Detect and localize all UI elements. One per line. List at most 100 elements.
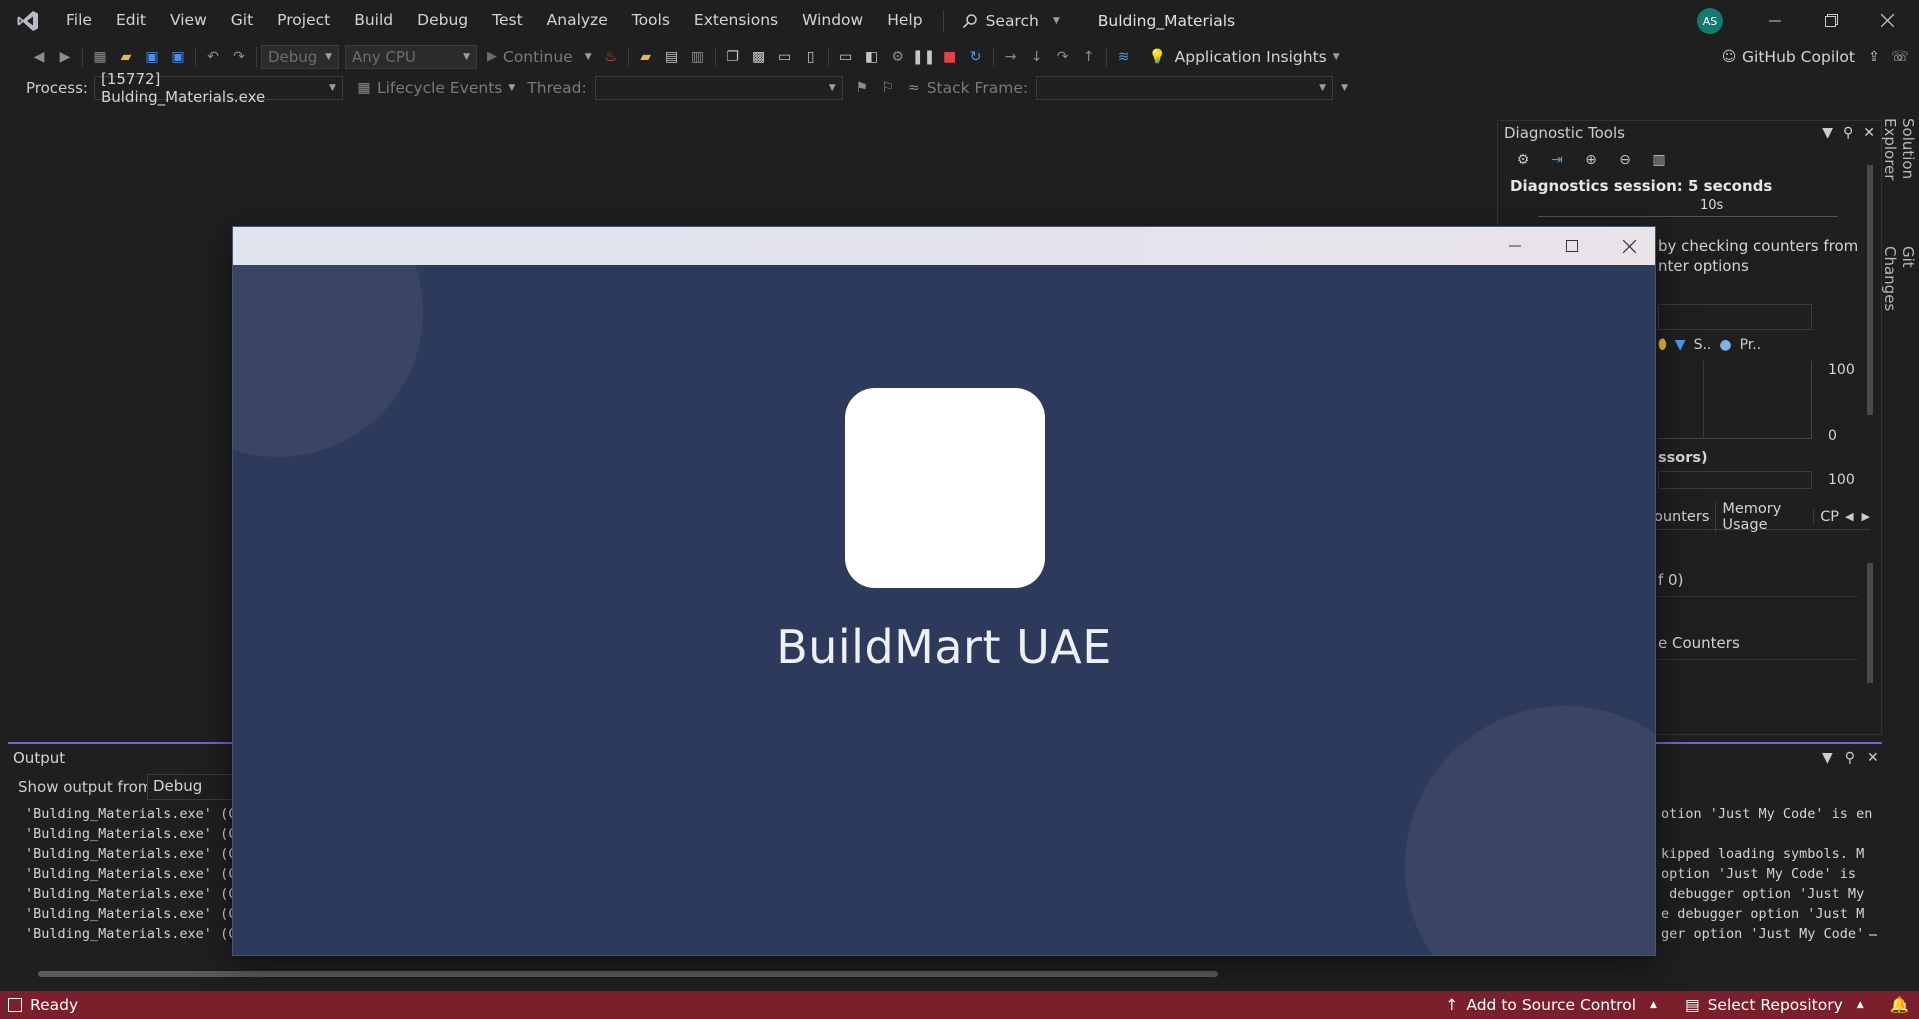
menu-window[interactable]: Window [790, 0, 875, 41]
close-icon[interactable]: ✕ [1863, 125, 1875, 141]
buildmart-app-window: BuildMart UAE [232, 226, 1656, 956]
terminal-icon[interactable]: ▭ [772, 44, 798, 70]
flag-icon[interactable]: ⚑ [849, 75, 875, 101]
new-project-icon[interactable]: ▦ [87, 44, 113, 70]
bookmark-icon[interactable]: ❐ [720, 44, 746, 70]
output-source-select[interactable]: Debug [147, 774, 243, 800]
menu-extensions[interactable]: Extensions [682, 0, 790, 41]
menu-git[interactable]: Git [219, 0, 265, 41]
menu-help[interactable]: Help [875, 0, 934, 41]
lightbulb-icon[interactable]: 💡 [1145, 44, 1171, 70]
window-layout-icon[interactable]: ▤ [659, 44, 685, 70]
pause-icon[interactable]: ❚❚ [911, 44, 937, 70]
menu-build[interactable]: Build [342, 0, 405, 41]
open-file-icon[interactable]: ▰ [633, 44, 659, 70]
menu-view[interactable]: View [158, 0, 219, 41]
redo-icon[interactable]: ↷ [226, 44, 252, 70]
gear-icon[interactable]: ⚙ [1510, 147, 1536, 173]
continue-button[interactable]: ▶ Continue ▼ [487, 48, 592, 66]
close-button[interactable] [1859, 0, 1915, 41]
menu-tools[interactable]: Tools [620, 0, 682, 41]
chart-icon[interactable]: ▥ [1646, 147, 1672, 173]
menu-project[interactable]: Project [265, 0, 342, 41]
attach-icon[interactable]: ▩ [746, 44, 772, 70]
tab-counters[interactable]: ounters [1648, 509, 1715, 525]
diag-scrollbar[interactable] [1864, 151, 1876, 518]
app-close-button[interactable] [1601, 227, 1655, 265]
add-to-source-control-button[interactable]: ↑ Add to Source Control ▲ [1445, 996, 1657, 1014]
tab-scroll-left-icon[interactable]: ◀ [1845, 510, 1853, 523]
menu-edit[interactable]: Edit [104, 0, 158, 41]
step-into-icon[interactable]: ↓ [1024, 44, 1050, 70]
tab-git-changes[interactable]: Git Changes [1881, 246, 1917, 330]
menu-debug[interactable]: Debug [405, 0, 480, 41]
filter-box[interactable] [1658, 304, 1812, 330]
notifications-button[interactable]: 🔔 1 [1890, 996, 1909, 1014]
tab-solution-explorer[interactable]: Solution Explorer [1881, 118, 1917, 230]
search-button[interactable]: Search ▼ [952, 12, 1070, 30]
hot-reload-icon[interactable]: ♨ [598, 44, 624, 70]
counters-row[interactable]: e Counters [1658, 634, 1740, 652]
split-view-icon[interactable]: ◧ [859, 44, 885, 70]
platform-select[interactable]: Any CPU ▼ [345, 44, 477, 69]
device-icon[interactable]: ▯ [798, 44, 824, 70]
pin-icon[interactable]: ⚲ [1843, 125, 1853, 141]
app-maximize-button[interactable] [1544, 227, 1600, 265]
save-all-icon[interactable]: ▣ [165, 44, 191, 70]
diagnostics-icon[interactable]: ≋ [1111, 44, 1137, 70]
menu-file[interactable]: File [54, 0, 104, 41]
minimize-button[interactable] [1747, 0, 1803, 41]
monitor-icon[interactable]: ▭ [833, 44, 859, 70]
user-avatar[interactable]: AS [1697, 8, 1723, 34]
browse-icon[interactable]: ▥ [685, 44, 711, 70]
save-icon[interactable]: ▣ [139, 44, 165, 70]
stack-icon[interactable]: ≈ [901, 75, 927, 101]
app-insights-label[interactable]: Application Insights [1175, 48, 1327, 66]
tab-cpu[interactable]: CP [1813, 508, 1845, 525]
restart-icon[interactable]: ↻ [963, 44, 989, 70]
menu-test[interactable]: Test [480, 0, 535, 41]
step-over-icon[interactable]: ↷ [1050, 44, 1076, 70]
output-vscrollbar[interactable] [1866, 804, 1878, 954]
configuration-select[interactable]: Debug ▼ [261, 44, 339, 69]
navigate-forward-icon[interactable]: ▶ [52, 44, 78, 70]
app-minimize-button[interactable] [1487, 227, 1543, 265]
toolbar-separator [82, 46, 83, 67]
thread-select[interactable]: ▼ [594, 75, 843, 100]
open-folder-icon[interactable]: ▰ [113, 44, 139, 70]
feedback-icon[interactable]: ☏ [1887, 44, 1913, 70]
undo-icon[interactable]: ↶ [200, 44, 226, 70]
title-bar: File Edit View Git Project Build Debug T… [0, 0, 1919, 41]
timeline-ruler[interactable]: 10s [1538, 197, 1838, 217]
stack-frame-select[interactable]: ▼ [1036, 75, 1334, 100]
tools-icon[interactable]: ⚙ [885, 44, 911, 70]
step-out-icon[interactable]: ↑ [1076, 44, 1102, 70]
dropdown-icon[interactable]: ▼ [1822, 125, 1833, 141]
copilot-label[interactable]: GitHub Copilot [1742, 48, 1855, 66]
stop-icon[interactable]: ■ [937, 44, 963, 70]
restore-button[interactable] [1803, 0, 1859, 41]
panel-title: Diagnostic Tools [1504, 124, 1625, 142]
export-icon[interactable]: ⇥ [1544, 147, 1570, 173]
close-icon[interactable]: ✕ [1867, 750, 1879, 766]
continue-label: Continue [503, 47, 573, 66]
lifecycle-label[interactable]: Lifecycle Events [377, 79, 502, 97]
navigate-back-icon[interactable]: ◀ [26, 44, 52, 70]
zoom-out-icon[interactable]: ⊖ [1612, 147, 1638, 173]
share-icon[interactable]: ⇪ [1861, 44, 1887, 70]
copilot-icon[interactable]: ☺ [1716, 44, 1742, 70]
pin-icon[interactable]: ⚲ [1845, 750, 1855, 766]
app-title-bar[interactable] [233, 227, 1655, 265]
process-select[interactable]: [15772] Bulding_Materials.exe ▼ [93, 70, 343, 106]
dropdown-icon[interactable]: ▼ [1822, 750, 1833, 766]
flag-all-icon[interactable]: ⚐ [875, 75, 901, 101]
select-repository-button[interactable]: ▤ Select Repository ▲ [1685, 996, 1864, 1014]
visual-studio-logo-icon[interactable] [12, 5, 44, 37]
toolbar-overflow-icon[interactable]: ▼ [1341, 83, 1348, 93]
tab-memory-usage[interactable]: Memory Usage [1715, 500, 1813, 533]
output-hscrollbar[interactable] [26, 968, 1836, 978]
menu-analyze[interactable]: Analyze [535, 0, 620, 41]
show-next-statement-icon[interactable]: → [998, 44, 1024, 70]
diag-scrollbar-lower[interactable] [1864, 533, 1876, 733]
zoom-in-icon[interactable]: ⊕ [1578, 147, 1604, 173]
